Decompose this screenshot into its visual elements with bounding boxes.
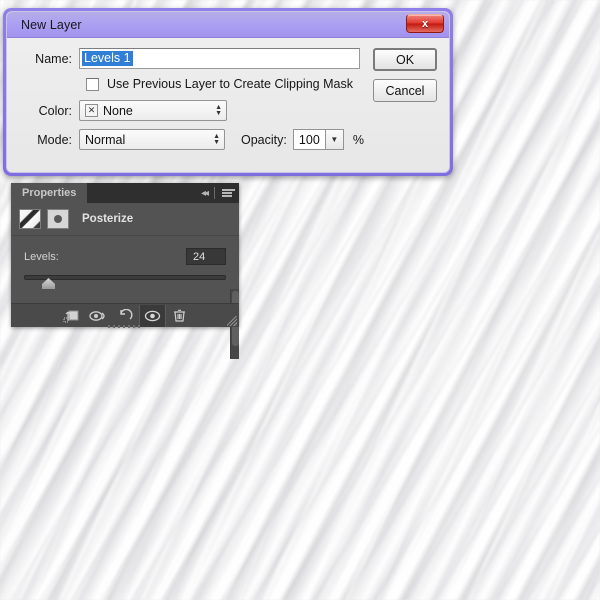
color-label: Color: — [38, 103, 72, 118]
opacity-label: Opacity: — [241, 132, 287, 147]
new-layer-dialog-inner: New Layer x Name: Levels 1 Use Previous … — [6, 11, 450, 173]
levels-row: Levels: 24 — [11, 248, 239, 265]
clipping-mask-checkbox[interactable] — [86, 77, 99, 91]
stepper-arrows-icon: ▲ ▼ — [215, 103, 222, 117]
mode-value: Normal — [85, 132, 126, 147]
view-previous-state-icon[interactable] — [85, 305, 112, 327]
name-label: Name: — [35, 51, 72, 66]
ok-button[interactable]: OK — [373, 48, 437, 71]
x-icon: ✕ — [85, 104, 98, 117]
levels-slider[interactable] — [11, 265, 239, 289]
properties-tabbar: Properties ◂◂ — [11, 183, 239, 203]
tab-properties[interactable]: Properties — [11, 183, 88, 203]
levels-label: Levels: — [24, 250, 59, 263]
delete-adjustment-layer-icon[interactable] — [166, 305, 193, 327]
layer-mask-thumbnail[interactable] — [47, 209, 69, 229]
color-select[interactable]: ✕ None ▲ ▼ — [79, 100, 227, 121]
panel-controls: ◂◂ — [201, 183, 235, 203]
adjustment-layer-thumbnail[interactable] — [19, 209, 41, 229]
properties-panel: Properties ◂◂ Posterize Levels: 24 — [11, 183, 239, 359]
clipping-mask-label: Use Previous Layer to Create Clipping Ma… — [107, 77, 353, 91]
dialog-body: Name: Levels 1 Use Previous Layer to Cre… — [7, 38, 449, 172]
panel-menu-icon[interactable] — [222, 189, 235, 197]
properties-footer-toolbar — [11, 303, 239, 328]
slider-track — [24, 275, 226, 280]
color-row: Color: ✕ None ▲ ▼ — [19, 100, 437, 121]
dialog-titlebar[interactable]: New Layer x — [7, 12, 449, 38]
close-icon[interactable]: x — [406, 14, 444, 33]
panel-resize-grip[interactable] — [227, 316, 237, 326]
adjustment-controls: Levels: 24 — [11, 236, 239, 359]
toggle-layer-visibility-icon[interactable] — [138, 304, 166, 327]
adjustment-header: Posterize — [11, 203, 239, 236]
panel-drag-dots[interactable] — [108, 325, 142, 328]
levels-value-input[interactable]: 24 — [186, 248, 226, 265]
opacity-input[interactable]: 100 — [292, 129, 326, 150]
reset-adjustment-icon[interactable] — [112, 305, 139, 327]
dialog-title: New Layer — [21, 17, 82, 32]
clip-to-layer-icon[interactable] — [58, 305, 85, 327]
layer-name-input[interactable]: Levels 1 — [79, 48, 360, 69]
cancel-button[interactable]: Cancel — [373, 79, 437, 102]
color-value: None — [103, 103, 133, 118]
double-chevron-left-icon[interactable]: ◂◂ — [201, 188, 209, 199]
layer-name-value: Levels 1 — [82, 50, 133, 67]
stepper-arrows-icon: ▲ ▼ — [213, 132, 220, 146]
chevron-down-icon[interactable]: ▼ — [324, 129, 344, 150]
adjustment-title: Posterize — [82, 213, 134, 225]
new-layer-dialog: New Layer x Name: Levels 1 Use Previous … — [3, 8, 453, 176]
blend-mode-select[interactable]: Normal ▲ ▼ — [79, 129, 225, 150]
mode-label: Mode: — [37, 132, 72, 147]
mode-row: Mode: Normal ▲ ▼ Opacity: 100 ▼ % — [19, 129, 437, 150]
divider — [214, 187, 215, 199]
percent-label: % — [352, 132, 364, 147]
